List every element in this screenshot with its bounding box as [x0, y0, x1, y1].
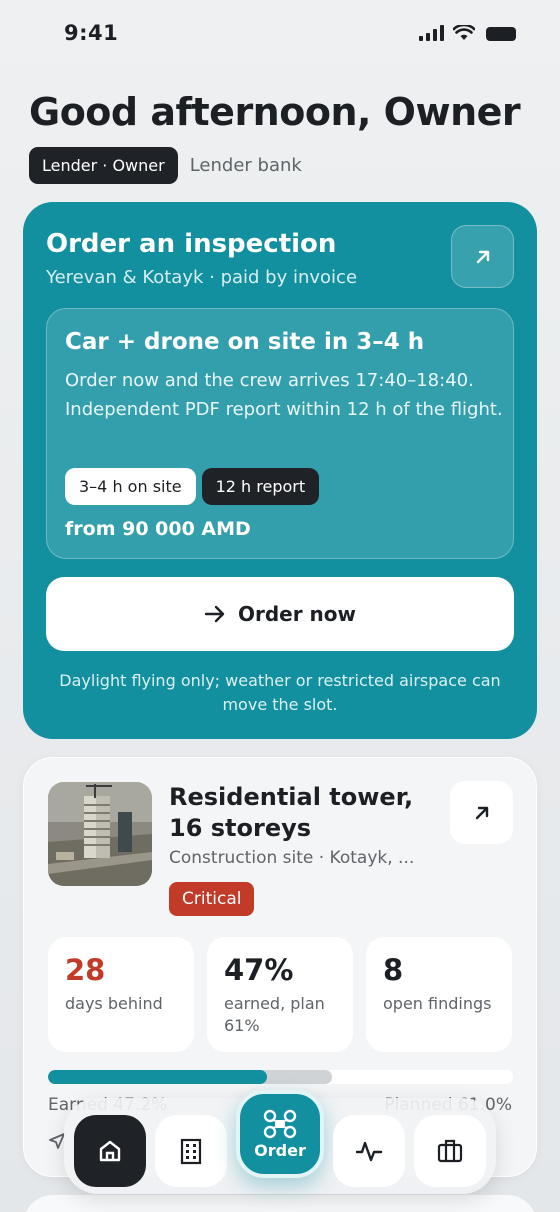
offer-title: Car + drone on site in 3–4 h — [65, 329, 425, 355]
project-thumbnail — [48, 782, 152, 886]
stat-value: 28 — [65, 953, 106, 987]
offer-tags: 3–4 h on site 12 h report — [65, 468, 320, 505]
stat-open-findings: 8 open findings — [366, 937, 512, 1052]
battery-icon — [486, 27, 516, 41]
home-icon — [99, 1140, 121, 1162]
nav-home[interactable] — [74, 1115, 146, 1187]
order-now-button[interactable]: Order now — [46, 577, 514, 651]
status-bar: 9:41 — [0, 0, 560, 68]
bottom-nav: Order — [64, 1090, 496, 1194]
tag-on-site-time: 3–4 h on site — [65, 468, 196, 505]
status-badge: Critical — [169, 882, 255, 916]
wifi-icon — [453, 25, 475, 40]
next-card-peek — [23, 1195, 537, 1212]
order-disclaimer: Daylight flying only; weather or restric… — [59, 671, 501, 714]
nav-properties[interactable] — [155, 1115, 227, 1187]
offer-description: Order now and the crew arrives 17:40–18:… — [65, 370, 503, 420]
order-inspection-card: Order an inspection Yerevan & Kotayk · p… — [23, 202, 537, 739]
stat-days-behind: 28 days behind — [48, 937, 194, 1052]
stat-value: 8 — [383, 953, 404, 987]
stat-value: 47% — [224, 953, 294, 987]
progress-track — [48, 1070, 513, 1084]
status-icons — [419, 25, 516, 41]
tag-report-time: 12 h report — [201, 468, 320, 505]
stat-label: open findings — [383, 994, 492, 1013]
arrow-up-right-icon — [475, 806, 488, 819]
drone-icon — [263, 1109, 297, 1138]
building-icon — [180, 1138, 202, 1165]
project-open-button[interactable] — [450, 781, 513, 844]
order-card-open-button[interactable] — [451, 225, 514, 288]
role-subtitle: Lender bank — [189, 155, 302, 176]
arrow-up-right-icon — [476, 250, 489, 263]
greeting-title: Good afternoon, Owner — [29, 90, 521, 134]
progress-earned-bar — [48, 1070, 268, 1084]
briefcase-icon — [437, 1139, 463, 1163]
project-subtitle: Construction site · Kotayk, ... — [169, 848, 415, 868]
order-now-label: Order now — [237, 602, 357, 626]
stat-label: days behind — [65, 994, 163, 1013]
nav-order-label: Order — [254, 1140, 306, 1160]
project-title: Residential tower, 16 storeys — [169, 783, 414, 842]
activity-icon — [355, 1141, 383, 1162]
offer-panel: Car + drone on site in 3–4 h Order now a… — [46, 308, 514, 559]
nav-portfolio[interactable] — [414, 1115, 486, 1187]
offer-price: from 90 000 AMD — [65, 518, 251, 540]
order-card-subtitle: Yerevan & Kotayk · paid by invoice — [46, 267, 358, 288]
order-card-title: Order an inspection — [46, 229, 337, 259]
role-row: Lender · Owner Lender bank — [29, 147, 302, 184]
nav-order-button[interactable]: Order — [236, 1090, 324, 1178]
cellular-signal-icon — [419, 25, 444, 41]
arrow-right-icon — [204, 605, 225, 623]
status-time: 9:41 — [64, 21, 119, 45]
role-chip[interactable]: Lender · Owner — [29, 147, 178, 184]
nav-activity[interactable] — [333, 1115, 405, 1187]
stat-earned: 47% earned, plan 61% — [207, 937, 353, 1052]
stat-label: earned, plan 61% — [224, 994, 325, 1035]
